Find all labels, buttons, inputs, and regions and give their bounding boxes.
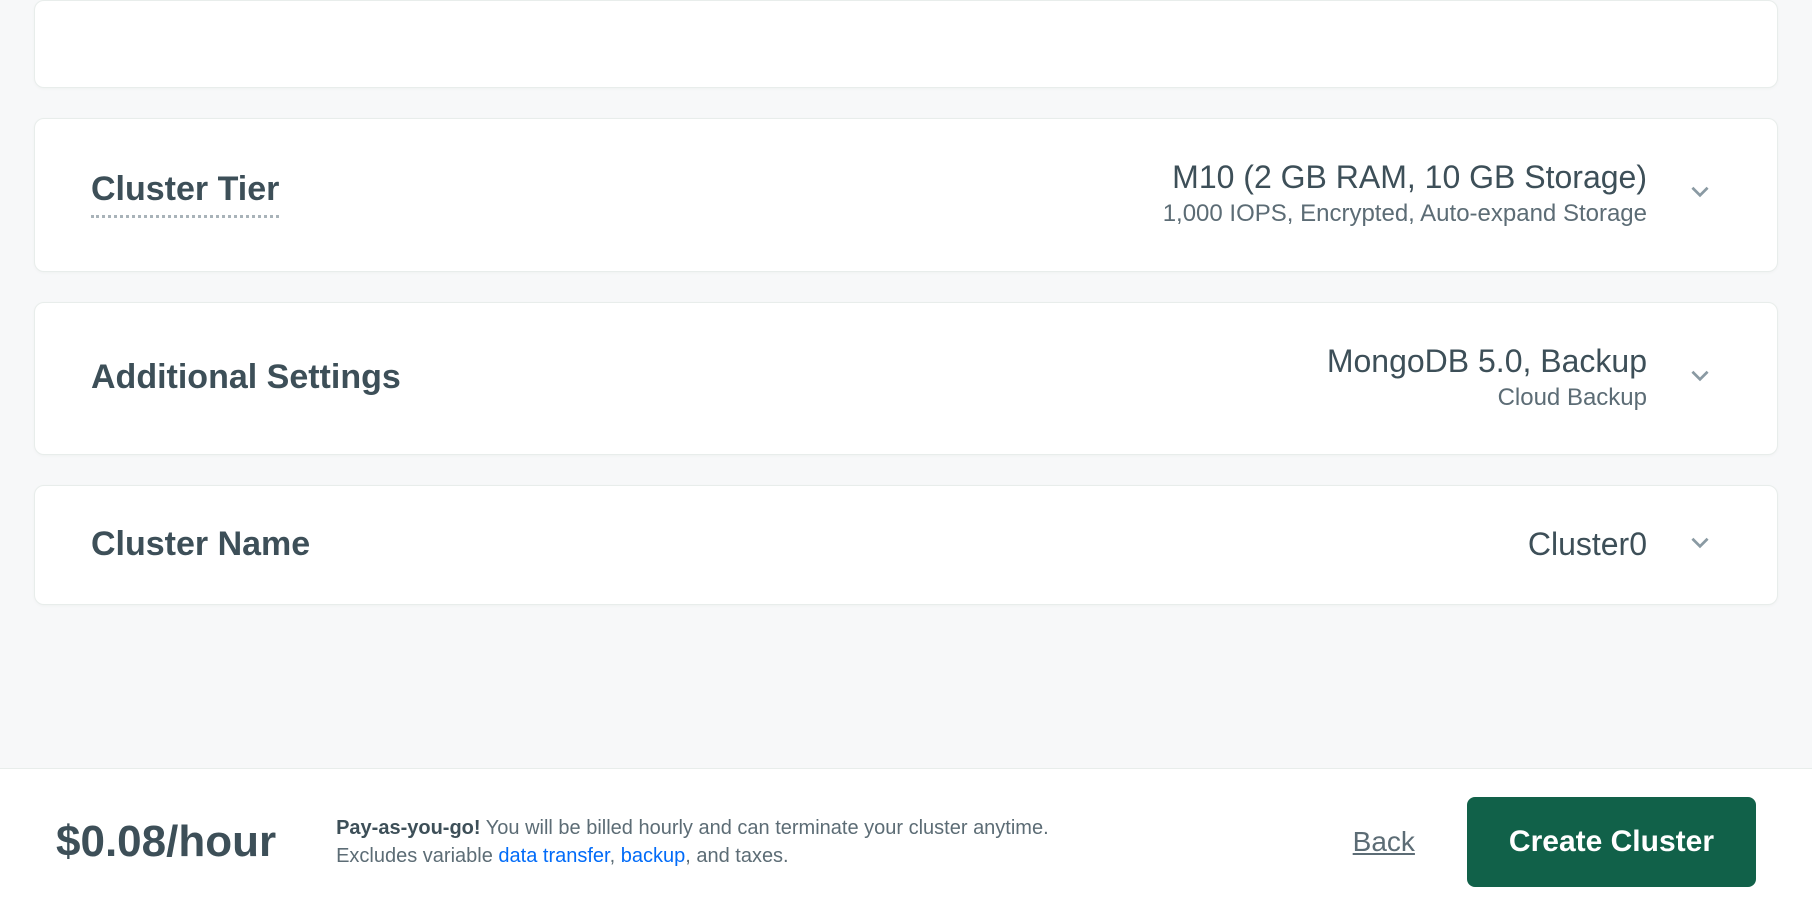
footer-bar: $0.08/hour Pay-as-you-go! You will be bi… (0, 768, 1812, 917)
additional-settings-summary-main: MongoDB 5.0, Backup (1327, 341, 1647, 381)
blurb-text-2: , and taxes. (685, 845, 788, 867)
cluster-tier-card[interactable]: Cluster Tier M10 (2 GB RAM, 10 GB Storag… (34, 118, 1778, 272)
section-card-top (34, 0, 1778, 88)
chevron-down-icon (1687, 529, 1713, 560)
create-cluster-button[interactable]: Create Cluster (1467, 797, 1756, 887)
data-transfer-link[interactable]: data transfer (498, 845, 609, 867)
billing-blurb: Pay-as-you-go! You will be billed hourly… (336, 814, 1096, 870)
chevron-down-icon (1687, 362, 1713, 393)
cluster-tier-summary-sub: 1,000 IOPS, Encrypted, Auto-expand Stora… (1163, 197, 1647, 231)
cluster-tier-summary-main: M10 (2 GB RAM, 10 GB Storage) (1163, 157, 1647, 197)
chevron-down-icon (1687, 178, 1713, 209)
cluster-name-value: Cluster0 (1528, 524, 1647, 564)
cluster-name-summary: Cluster0 (1528, 524, 1647, 564)
cluster-tier-title: Cluster Tier (91, 170, 279, 218)
cluster-tier-summary: M10 (2 GB RAM, 10 GB Storage) 1,000 IOPS… (1163, 157, 1647, 231)
blurb-sep: , (610, 845, 621, 867)
blurb-bold: Pay-as-you-go! (336, 817, 480, 839)
back-button[interactable]: Back (1353, 826, 1415, 858)
additional-settings-card[interactable]: Additional Settings MongoDB 5.0, Backup … (34, 302, 1778, 456)
cluster-name-title: Cluster Name (91, 525, 310, 563)
cluster-name-card[interactable]: Cluster Name Cluster0 (34, 485, 1778, 605)
additional-settings-title: Additional Settings (91, 358, 401, 396)
price-label: $0.08/hour (56, 817, 276, 867)
additional-settings-summary-sub: Cloud Backup (1327, 381, 1647, 415)
backup-link[interactable]: backup (621, 845, 686, 867)
additional-settings-summary: MongoDB 5.0, Backup Cloud Backup (1327, 341, 1647, 415)
